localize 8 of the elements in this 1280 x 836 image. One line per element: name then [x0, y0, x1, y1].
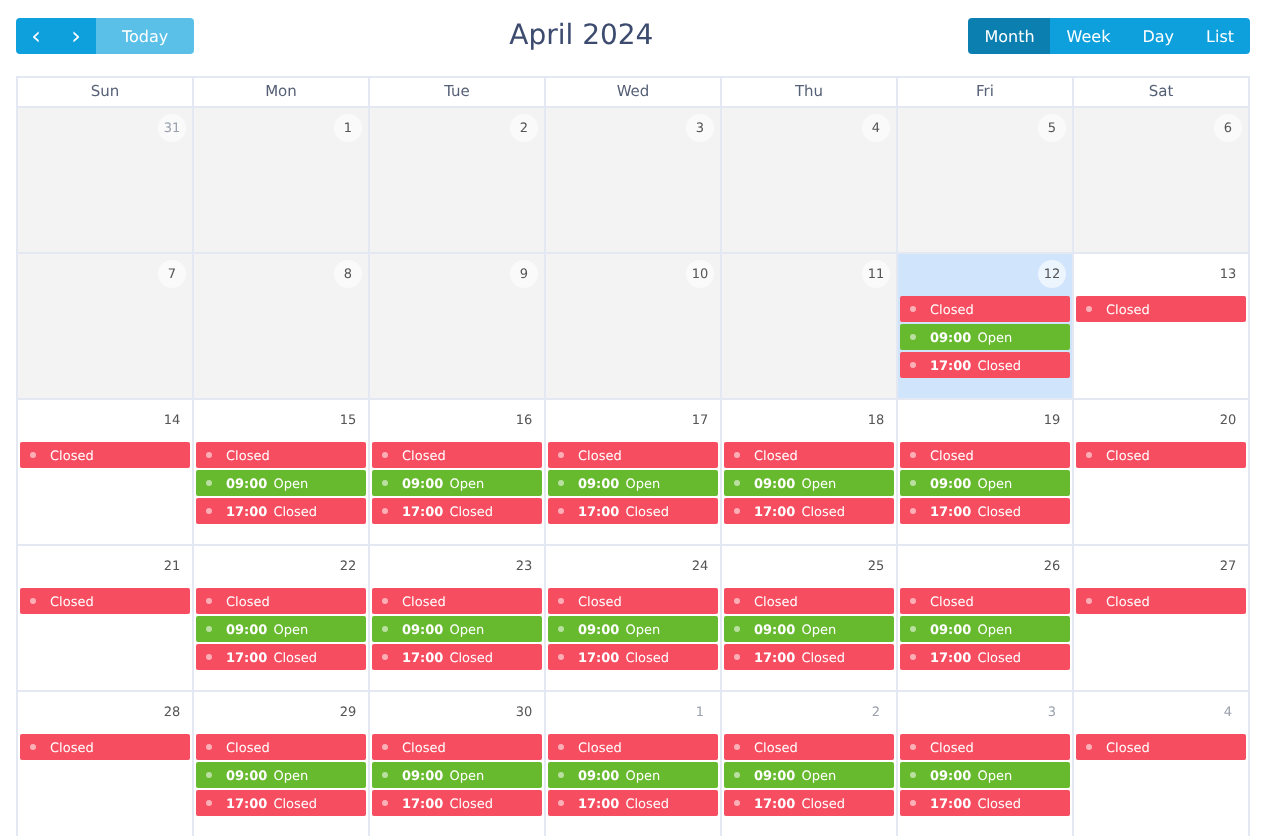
view-tab[interactable]: Day [1126, 18, 1191, 54]
view-tab[interactable]: List [1190, 18, 1250, 54]
month-title: April 2024 [509, 20, 654, 52]
view-tab[interactable]: Month [968, 18, 1051, 54]
view-tab[interactable]: Week [1050, 18, 1127, 54]
next-button[interactable]: › [56, 18, 96, 54]
previous-button[interactable]: ‹ [16, 18, 56, 54]
today-button[interactable]: Today [96, 18, 195, 54]
